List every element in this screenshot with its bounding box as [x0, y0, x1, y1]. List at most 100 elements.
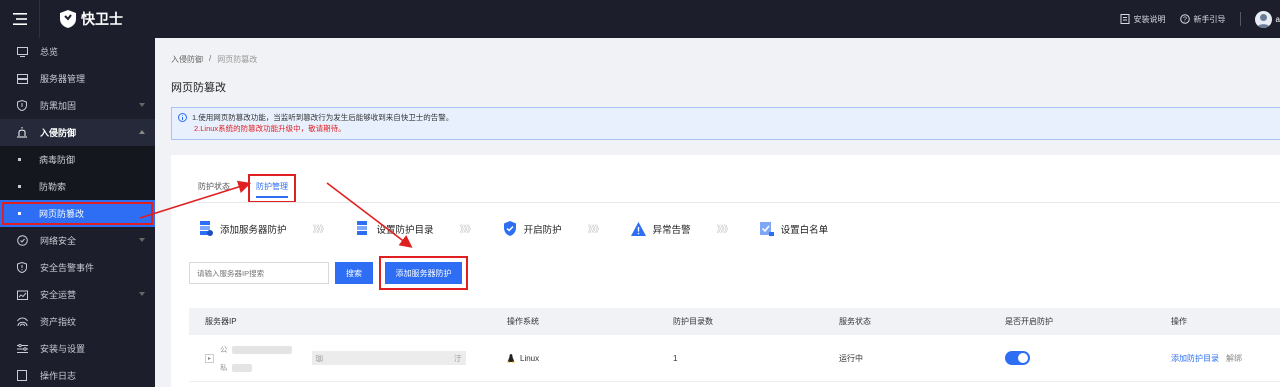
chevron-up-icon [139, 130, 145, 134]
step-arrow: 》》》 [716, 224, 733, 234]
table-row: ▸ 公 私 珈 汙 Linux 1 运行中 添加防护目录 解绑 [189, 335, 1280, 382]
redacted-server-name: 珈 汙 [311, 351, 466, 365]
step-arrow: 》》》 [459, 224, 476, 234]
tab-protection-status[interactable]: 防护状态 [198, 181, 230, 203]
tab-bar: 防护状态 防护管理 [198, 174, 296, 203]
sidebar-item-label: 服务器管理 [40, 74, 86, 84]
folder-list-icon [356, 221, 367, 235]
bullet-icon [18, 158, 21, 161]
os-name: Linux [520, 353, 540, 363]
tab-protection-management[interactable]: 防护管理 [248, 174, 296, 203]
chevron-down-icon [139, 292, 145, 296]
public-ip: 公 [220, 344, 292, 355]
info-notice: 1.使用网页防篡改功能，当监听到篡改行为发生后能够收到来自快卫士的告警。 2.L… [171, 107, 1280, 140]
server-ip-search-input[interactable] [189, 262, 329, 284]
sidebar-subitem-virus-defense[interactable]: 病毒防御 [0, 146, 155, 173]
search-button[interactable]: 搜索 [335, 262, 373, 284]
sidebar-submenu: 病毒防御 防勒索 网页防篡改 [0, 146, 155, 227]
bullet-icon [18, 185, 21, 188]
shield-check-icon [503, 221, 516, 236]
settings-icon [16, 343, 28, 355]
page-title: 网页防篡改 [171, 82, 226, 94]
server-name-suffix: 汙 [454, 353, 462, 363]
sidebar-item-install-settings[interactable]: 安装与设置 [0, 335, 155, 362]
sidebar-subitem-anti-ransomware[interactable]: 防勒索 [0, 173, 155, 200]
sidebar-item-label: 安全告警事件 [40, 263, 95, 273]
add-protection-dir-link[interactable]: 添加防护目录 [1171, 353, 1219, 364]
unbind-link[interactable]: 解绑 [1226, 353, 1242, 364]
monitor-icon [16, 46, 28, 58]
sidebar-item-label: 防黑加固 [40, 101, 77, 111]
step-label: 设置防护目录 [376, 224, 434, 236]
breadcrumb: 入侵防御 / 网页防篡改 [171, 54, 257, 65]
step-label: 异常告警 [652, 224, 691, 236]
bullet-icon [18, 212, 21, 215]
sidebar-subitem-label: 病毒防御 [39, 155, 76, 165]
sidebar-item-label: 网络安全 [40, 236, 77, 246]
server-name-prefix: 珈 [315, 353, 324, 363]
svg-text:?: ? [1183, 17, 1187, 24]
table-header: 服务器IP 操作系统 防护目录数 服务状态 是否开启防护 操作 [189, 308, 1280, 335]
sidebar-item-asset-fingerprint[interactable]: 资产指纹 [0, 308, 155, 335]
question-icon: ? [1179, 14, 1190, 24]
warning-icon [630, 221, 646, 236]
ip-tags: 公 私 [220, 344, 292, 373]
main-content: 入侵防御 / 网页防篡改 网页防篡改 1.使用网页防篡改功能，当监听到篡改行为发… [155, 38, 1280, 387]
step-label: 开启防护 [523, 224, 562, 236]
menu-toggle-button[interactable] [0, 0, 40, 38]
logo-shield-icon [60, 10, 76, 28]
private-ip: 私 [220, 362, 292, 373]
checklist-icon [759, 222, 774, 236]
os-cell: Linux [491, 353, 657, 363]
col-dir-count: 防护目录数 [673, 317, 713, 326]
sidebar-item-intrusion-defense[interactable]: 入侵防御 [0, 119, 155, 146]
breadcrumb-parent[interactable]: 入侵防御 [171, 54, 203, 65]
server-ip-cell: ▸ 公 私 珈 汙 [189, 344, 491, 373]
chevron-down-icon [139, 238, 145, 242]
install-guide-label: 安装说明 [1133, 14, 1166, 24]
tab-divider [198, 202, 1280, 203]
sidebar-item-network-security[interactable]: 网络安全 [0, 227, 155, 254]
service-status-cell: 运行中 [839, 353, 863, 363]
add-server-protection-button[interactable]: 添加服务器防护 [385, 262, 462, 284]
sidebar-item-label: 操作日志 [40, 371, 77, 381]
shield-icon [16, 100, 28, 112]
redacted-ip [231, 363, 252, 372]
step-set-whitelist: 设置白名单 [759, 221, 829, 236]
col-os: 操作系统 [507, 317, 539, 326]
sidebar-item-hardening[interactable]: 防黑加固 [0, 92, 155, 119]
beginner-guide-link[interactable]: ? 新手引导 [1179, 14, 1226, 25]
avatar[interactable] [1254, 10, 1272, 28]
user-name[interactable]: a [1276, 15, 1280, 24]
expand-row-button[interactable]: ▸ [205, 353, 214, 363]
linux-icon [507, 353, 515, 363]
hamburger-icon [12, 13, 27, 25]
sidebar-subitem-web-tamper-protection[interactable]: 网页防篡改 [0, 200, 155, 227]
protection-toggle-cell [989, 351, 1155, 365]
alarm-icon [16, 127, 28, 139]
protection-card: 防护状态 防护管理 添加服务器防护 》》》 设置防护目录 》》》 开启防护 》》… [171, 155, 1280, 387]
step-enable-protection: 开启防护 [503, 221, 562, 236]
col-actions: 操作 [1171, 317, 1187, 326]
top-right-area: 安装说明 ? 新手引导 a [1120, 0, 1280, 38]
actions-cell: 添加防护目录 解绑 [1155, 353, 1280, 364]
step-abnormal-alert: 异常告警 [630, 221, 691, 236]
sidebar-item-label: 安全运营 [40, 290, 77, 300]
col-server-ip: 服务器IP [205, 317, 237, 326]
sidebar-item-overview[interactable]: 总览 [0, 38, 155, 65]
sidebar-item-server-management[interactable]: 服务器管理 [0, 65, 155, 92]
document-icon [1120, 14, 1130, 24]
sidebar-item-security-operations[interactable]: 安全运营 [0, 281, 155, 308]
server-table: 服务器IP 操作系统 防护目录数 服务状态 是否开启防护 操作 ▸ 公 私 珈 … [189, 308, 1280, 382]
sidebar-item-security-alerts[interactable]: 安全告警事件 [0, 254, 155, 281]
private-ip-tag: 私 [220, 362, 228, 372]
logo[interactable]: 快卫士 [60, 9, 123, 29]
col-service-status: 服务状态 [839, 317, 871, 326]
protection-toggle[interactable] [1005, 351, 1030, 365]
redacted-ip [231, 345, 292, 354]
sidebar-item-operation-log[interactable]: 操作日志 [0, 362, 155, 387]
install-guide-link[interactable]: 安装说明 [1120, 14, 1166, 25]
divider [1239, 12, 1241, 26]
add-server-highlight: 添加服务器防护 [379, 256, 468, 290]
step-label: 设置白名单 [780, 224, 829, 236]
